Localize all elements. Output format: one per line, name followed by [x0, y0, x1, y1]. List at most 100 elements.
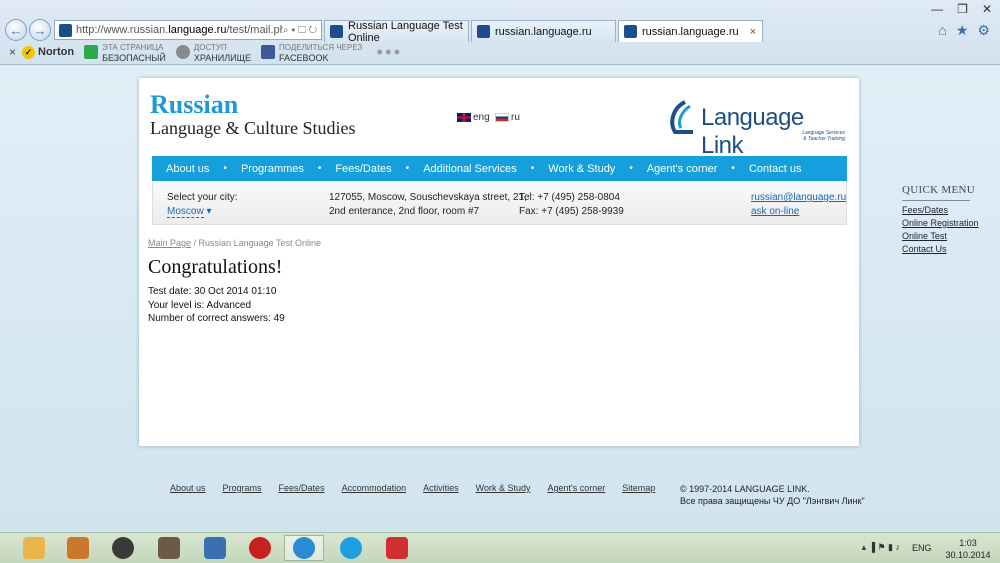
share-facebook-item[interactable]: ПОДЕЛИТЬСЯ ЧЕРЕЗ FACEBOOK [261, 42, 362, 63]
footer-about-us[interactable]: About us [170, 483, 206, 493]
menu-additional-services[interactable]: Additional Services [423, 163, 517, 175]
test-correct-answers: Number of correct answers: 49 [148, 313, 285, 324]
brand-tagline: Language Services & Teacher Training [787, 130, 845, 142]
taskbar-file-explorer[interactable] [14, 535, 54, 561]
quick-menu: QUICK MENU Fees/Dates Online Registratio… [902, 184, 979, 256]
language-link-logo[interactable]: Language Link Language Services & Teacher… [665, 98, 849, 159]
safe-page-item[interactable]: ЭТА СТРАНИЦА БЕЗОПАСНЫЙ [84, 42, 166, 63]
norton-button[interactable]: ✓ Norton [22, 45, 74, 59]
share-line2: FACEBOOK [279, 52, 329, 63]
menu-work-study[interactable]: Work & Study [548, 163, 615, 175]
power-icon [249, 537, 271, 559]
address-bar[interactable]: http://www.russian.language.ru/test/mail… [54, 20, 322, 40]
address-line2: 2nd enterance, 2nd floor, room #7 [329, 206, 480, 217]
more-dots-icon[interactable]: ●●● [376, 46, 402, 58]
language-indicator[interactable]: ENG [912, 543, 932, 553]
tab-3-active[interactable]: russian.language.ru × [618, 20, 763, 42]
system-tray[interactable]: ▴ ▐ ⚑ ▮ ♪ [862, 542, 900, 553]
quick-link-contact-us[interactable]: Contact Us [902, 243, 970, 256]
norton-check-icon: ✓ [22, 45, 36, 59]
footer-fees-dates[interactable]: Fees/Dates [279, 483, 325, 493]
site-logo-subtitle[interactable]: Language & Culture Studies [150, 118, 355, 139]
taskbar-skype[interactable] [331, 535, 371, 561]
quick-link-online-registration[interactable]: Online Registration [902, 217, 979, 230]
menu-about-us[interactable]: About us [166, 163, 209, 175]
menu-programmes[interactable]: Programmes [241, 163, 304, 175]
tab-2[interactable]: russian.language.ru [471, 20, 616, 42]
browser-right-tools: ⌂ ★ ⚙ [938, 22, 990, 39]
taskbar-app-5[interactable] [195, 535, 235, 561]
home-icon[interactable]: ⌂ [938, 22, 946, 39]
city-selector: Select your city: Moscow ▾ [167, 191, 238, 219]
quick-menu-title: QUICK MENU [902, 184, 975, 201]
quick-link-fees-dates[interactable]: Fees/Dates [902, 204, 970, 217]
taskbar-app-9[interactable] [377, 535, 417, 561]
breadcrumb-main-page[interactable]: Main Page [148, 238, 191, 248]
footer-accommodation[interactable]: Accommodation [342, 483, 407, 493]
vault-line2: ХРАНИЛИЩЕ [193, 52, 252, 63]
close-window-icon[interactable]: ✕ [982, 2, 992, 16]
test-date: Test date: 30 Oct 2014 01:10 [148, 286, 277, 297]
footer-sitemap[interactable]: Sitemap [622, 483, 655, 493]
minimize-icon[interactable]: — [931, 2, 943, 16]
footer-work-study[interactable]: Work & Study [476, 483, 531, 493]
safe-check-icon [84, 45, 99, 59]
city-dropdown[interactable]: Moscow [167, 206, 204, 218]
site-logo-title[interactable]: Russian [150, 92, 238, 118]
uk-flag-icon [457, 113, 471, 122]
menu-contact-us[interactable]: Contact us [749, 163, 802, 175]
maximize-icon[interactable]: ❐ [957, 2, 968, 16]
chevron-down-icon[interactable]: ▾ [206, 206, 211, 217]
forward-button[interactable]: → [29, 19, 51, 41]
tab-favicon-icon [624, 25, 637, 38]
tab-1[interactable]: Russian Language Test Online [324, 20, 469, 44]
phone-tel: Tel: +7 (495) 258-0804 [519, 192, 620, 203]
tab-favicon-icon [477, 25, 490, 38]
folder-icon [23, 537, 45, 559]
facebook-icon [261, 45, 276, 59]
settings-gear-icon[interactable]: ⚙ [977, 22, 990, 39]
contact-links: russian@language.ru ask on-line [751, 191, 846, 219]
taskbar-app-2[interactable] [58, 535, 98, 561]
taskbar-app-4[interactable] [149, 535, 189, 561]
taskbar: ▴ ▐ ⚑ ▮ ♪ ENG 1:03 30.10.2014 [0, 532, 1000, 563]
lang-ru-link[interactable]: ru [495, 112, 520, 123]
address-url[interactable]: http://www.russian.language.ru/test/mail… [76, 24, 283, 36]
browser-chrome: ← → http://www.russian.language.ru/test/… [0, 0, 1000, 65]
site-favicon-icon [59, 23, 72, 37]
tab-close-icon[interactable]: × [750, 26, 756, 38]
footer-activities[interactable]: Activities [423, 483, 459, 493]
menu-fees-dates[interactable]: Fees/Dates [335, 163, 391, 175]
favorites-star-icon[interactable]: ★ [956, 22, 969, 39]
share-line1: ПОДЕЛИТЬСЯ ЧЕРЕЗ [279, 42, 363, 52]
email-link[interactable]: russian@language.ru [751, 192, 846, 203]
clock[interactable]: 1:03 30.10.2014 [940, 537, 996, 561]
forward-arrow-icon: → [33, 22, 47, 38]
back-button[interactable]: ← [5, 19, 27, 41]
footer-programs[interactable]: Programs [223, 483, 262, 493]
taskbar-app-3[interactable] [103, 535, 143, 561]
ask-online-link[interactable]: ask on-line [751, 206, 799, 217]
copyright-line2: Все права защищены ЧУ ДО "Лэнгвич Линк" [680, 496, 865, 506]
menu-agents-corner[interactable]: Agent's corner [647, 163, 718, 175]
back-arrow-icon: ← [9, 22, 23, 38]
copyright: © 1997-2014 LANGUAGE LINK. Все права защ… [680, 483, 865, 507]
menu-separator: • [405, 163, 410, 174]
breadcrumb-separator: / [191, 238, 199, 248]
window-controls: — ❐ ✕ [931, 2, 992, 16]
taskbar-app-6[interactable] [240, 535, 280, 561]
contact-info-bar: Select your city: Moscow ▾ 127055, Mosco… [152, 181, 847, 225]
address-tools[interactable]: ⌕ ▾ ☐ ↻ [283, 25, 321, 36]
taskbar-internet-explorer[interactable] [284, 535, 324, 561]
menu-separator: • [530, 163, 535, 174]
quick-link-online-test[interactable]: Online Test [902, 230, 970, 243]
brand-tagline-2: & Teacher Training [803, 136, 845, 142]
breadcrumb-current: Russian Language Test Online [198, 238, 321, 248]
lang-eng-link[interactable]: eng [457, 112, 490, 123]
footer-agents-corner[interactable]: Agent's corner [547, 483, 605, 493]
vault-access-item[interactable]: ДОСТУП ХРАНИЛИЩЕ [175, 42, 252, 63]
toolbar-close-icon[interactable]: × [9, 45, 16, 59]
footer-links: About us Programs Fees/Dates Accommodati… [170, 483, 672, 493]
test-results: Test date: 30 Oct 2014 01:10 Your level … [148, 285, 285, 326]
safe-page-line2: БЕЗОПАСНЫЙ [102, 52, 166, 63]
